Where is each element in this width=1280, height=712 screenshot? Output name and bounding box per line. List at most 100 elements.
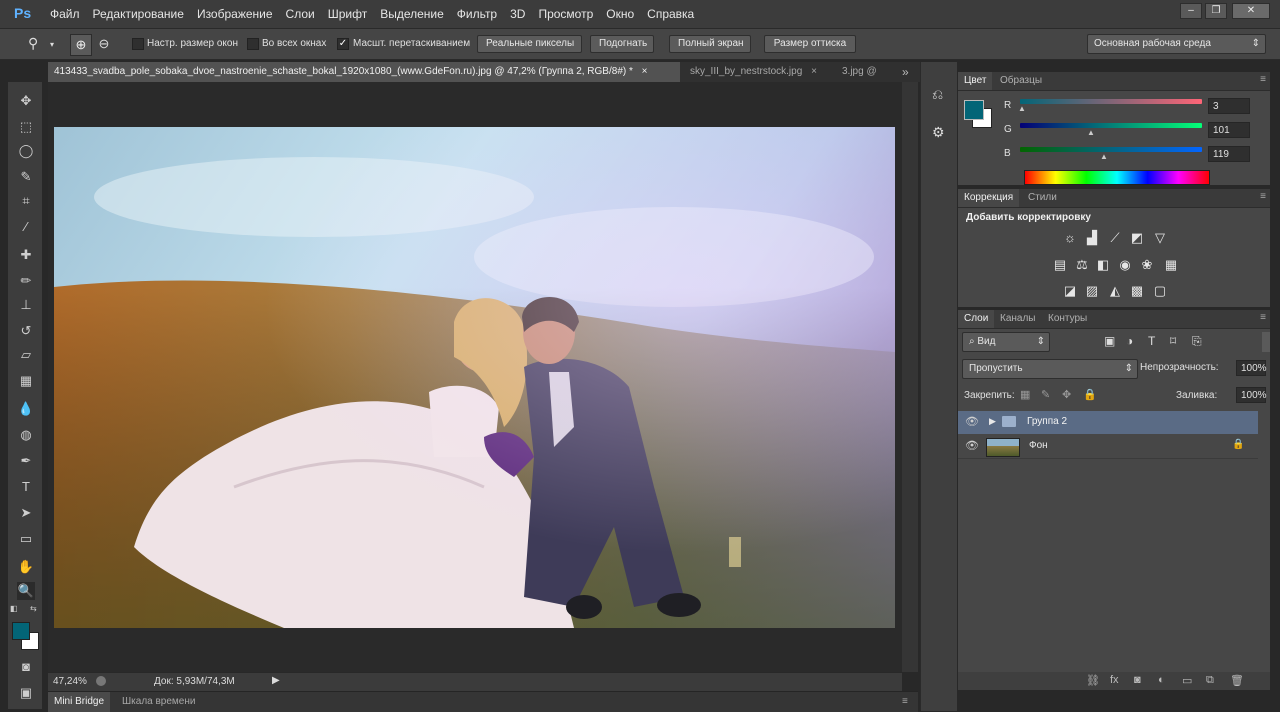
tab-paths[interactable]: Контуры [1042,310,1093,328]
tab-timeline[interactable]: Шкала времени [116,692,201,712]
brightness-contrast-icon[interactable]: ☼ [1062,230,1078,246]
menu-file[interactable]: Файл [50,7,80,21]
menu-type[interactable]: Шрифт [328,7,367,21]
tab-adjustments[interactable]: Коррекция [958,189,1020,207]
filter-adjustment-icon[interactable]: ◑ [1126,334,1133,348]
default-colors-icon[interactable]: ◧ [10,604,20,613]
tabs-overflow-icon[interactable]: » [902,65,909,79]
slider-thumb-icon[interactable]: ▲ [1087,128,1095,137]
minimize-button[interactable]: – [1180,3,1202,19]
posterize-icon[interactable]: ▨ [1084,283,1100,299]
tab-channels[interactable]: Каналы [994,310,1042,328]
zoom-level[interactable]: 47,24% [53,676,87,687]
trash-icon[interactable]: 🗑 [1230,674,1244,687]
exposure-icon[interactable]: ◩ [1129,230,1145,246]
fx-icon[interactable]: fx [1110,674,1119,686]
history-brush-tool-icon[interactable]: ↺ [17,322,35,340]
brush-tool-icon[interactable]: ✏ [17,272,35,290]
panel-menu-icon[interactable]: ≡ [902,696,908,707]
vibrance-icon[interactable]: ▽ [1152,230,1168,246]
threshold-icon[interactable]: ◭ [1107,283,1123,299]
levels-icon[interactable]: ▟ [1084,230,1100,246]
screen-mode-icon[interactable]: ▣ [17,684,35,702]
gradient-tool-icon[interactable]: ▦ [17,372,35,390]
filter-smart-object-icon[interactable]: ⎘ [1192,334,1202,349]
resize-windows-checkbox[interactable] [132,38,144,50]
lock-all-icon[interactable]: 🔒 [1083,388,1097,401]
fill-screen-button[interactable]: Полный экран [669,35,751,53]
blur-tool-icon[interactable]: 💧 [17,400,35,418]
type-tool-icon[interactable]: T [17,478,35,496]
tab-sky[interactable]: sky_III_by_nestrstock.jpg × [684,62,844,82]
slider-thumb-icon[interactable]: ▲ [1100,152,1108,161]
selective-color-icon[interactable]: ▢ [1152,283,1168,299]
marquee-tool-icon[interactable]: ⬚ [17,118,35,136]
color-balance-icon[interactable]: ⚖ [1074,257,1090,273]
vertical-scrollbar[interactable] [902,82,918,672]
tab-swatches[interactable]: Образцы [994,72,1048,90]
filter-pixel-icon[interactable]: ▣ [1104,334,1115,348]
expand-arrow-icon[interactable]: ▶ [989,416,996,427]
tab-mini-bridge[interactable]: Mini Bridge [48,692,111,712]
menu-filter[interactable]: Фильтр [457,7,497,21]
fit-screen-button[interactable]: Подогнать [590,35,654,53]
channel-r-slider[interactable] [1020,99,1202,104]
menu-edit[interactable]: Редактирование [93,7,184,21]
workspace-select[interactable]: Основная рабочая среда ⇕ [1087,34,1266,54]
hand-tool-icon[interactable]: ✋ [17,558,35,576]
photo-filter-icon[interactable]: ◉ [1117,257,1133,273]
layers-scrollbar[interactable] [1262,332,1270,352]
tab-color[interactable]: Цвет [958,72,993,90]
zoom-out-icon[interactable]: ⊖ [94,34,114,54]
eyedropper-tool-icon[interactable]: ⁄ [17,218,35,236]
zoom-in-icon[interactable]: ⊕ [70,34,92,56]
status-info-icon[interactable] [96,676,106,686]
menu-view[interactable]: Просмотр [538,7,593,21]
menu-layers[interactable]: Слои [286,7,315,21]
filter-type-icon[interactable]: T [1148,334,1155,348]
lock-transparent-icon[interactable]: ▦ [1020,388,1030,401]
zoom-tool-icon[interactable]: 🔍 [17,582,35,600]
dodge-tool-icon[interactable]: ◍ [17,426,35,444]
panel-menu-icon[interactable]: ≡ [1260,312,1266,323]
lock-position-icon[interactable]: ✥ [1062,388,1071,401]
layer-filter-select[interactable]: ⌕ Вид ⇕ [962,332,1050,352]
menu-image[interactable]: Изображение [197,7,273,21]
quick-mask-icon[interactable]: ◙ [17,658,35,676]
tab-3jpg[interactable]: 3.jpg @ [836,62,898,82]
color-spectrum-bar[interactable] [1024,170,1210,185]
eraser-tool-icon[interactable]: ▱ [17,346,35,364]
filter-shape-icon[interactable]: ⌑ [1170,334,1176,348]
tab-styles[interactable]: Стили [1022,189,1063,207]
eye-icon[interactable]: 👁 [965,416,979,428]
add-mask-icon[interactable]: ◙ [1134,674,1141,686]
clone-stamp-tool-icon[interactable]: ⊥ [17,296,35,314]
scrubby-zoom-checkbox[interactable]: ✓ [337,38,349,50]
menu-window[interactable]: Окно [606,7,634,21]
channel-g-input[interactable]: 101 [1208,122,1250,138]
black-white-icon[interactable]: ◧ [1095,257,1111,273]
history-panel-icon[interactable]: ⎌ [932,86,948,102]
actual-pixels-button[interactable]: Реальные пикселы [477,35,582,53]
close-window-button[interactable]: ✕ [1232,3,1270,19]
channel-g-slider[interactable] [1020,123,1202,128]
quick-selection-tool-icon[interactable]: ✎ [17,168,35,186]
move-tool-icon[interactable]: ✥ [17,92,35,110]
all-windows-checkbox[interactable] [247,38,259,50]
fill-input[interactable]: 100% [1236,387,1267,403]
swap-colors-icon[interactable]: ⇆ [30,604,40,613]
new-group-icon[interactable]: ▭ [1182,674,1192,687]
layer-row-group-2[interactable]: 👁 ▶ Группа 2 [958,411,1258,434]
channel-b-input[interactable]: 119 [1208,146,1250,162]
tab-document-active[interactable]: 413433_svadba_pole_sobaka_dvoe_nastroeni… [48,62,680,82]
crop-tool-icon[interactable]: ⌗ [17,192,35,210]
invert-icon[interactable]: ◪ [1062,283,1078,299]
foreground-color-box[interactable] [964,100,984,120]
status-menu-arrow-icon[interactable]: ▶ [272,675,280,686]
menu-help[interactable]: Справка [647,7,694,21]
layer-name[interactable]: Группа 2 [1027,416,1067,427]
tab-layers[interactable]: Слои [958,310,995,328]
hue-saturation-icon[interactable]: ▤ [1052,257,1068,273]
chevron-down-icon[interactable]: ▾ [50,40,58,49]
path-selection-tool-icon[interactable]: ➤ [17,504,35,522]
